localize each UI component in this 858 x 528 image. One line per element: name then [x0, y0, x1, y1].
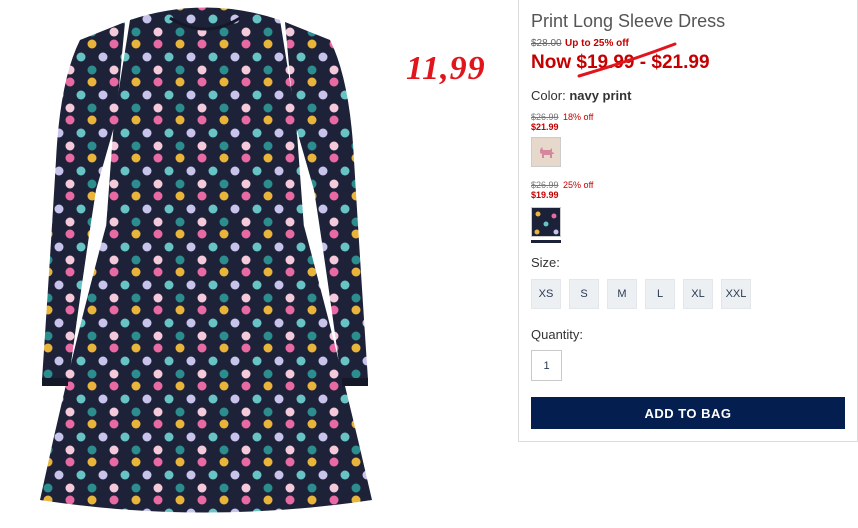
size-label: Size: — [531, 255, 560, 270]
size-button-xl[interactable]: XL — [683, 279, 713, 309]
swatch-price-2: $26.99 25% off $19.99 — [531, 180, 593, 200]
original-price: $28.00 — [531, 38, 562, 49]
size-button-m[interactable]: M — [607, 279, 637, 309]
product-title: Print Long Sleeve Dress — [531, 11, 726, 31]
sale-price-low: $19.99 — [576, 52, 635, 73]
color-swatch-navy[interactable] — [531, 207, 561, 237]
sale-price-high: $21.99 — [651, 52, 710, 73]
size-button-xxl[interactable]: XXL — [721, 279, 751, 309]
discount-text: Up to 25% off — [565, 38, 629, 49]
add-to-bag-button[interactable]: ADD TO BAG — [531, 397, 845, 429]
size-button-l[interactable]: L — [645, 279, 675, 309]
color-label-text: Color: — [531, 88, 566, 103]
swatch-old-price: $26.99 — [531, 180, 559, 190]
swatch-discount: 18% off — [563, 112, 594, 122]
product-info-panel: Print Long Sleeve Dress $28.00 Up to 25%… — [518, 0, 858, 442]
now-label: Now — [531, 52, 572, 73]
quantity-label: Quantity: — [531, 327, 584, 342]
swatch-new-price: $19.99 — [531, 190, 559, 200]
sale-price-separator: - — [634, 52, 652, 73]
color-swatch-tan[interactable] — [531, 137, 561, 167]
size-selector: XS S M L XL XXL — [531, 279, 751, 309]
selected-swatch-indicator — [531, 240, 561, 243]
quantity-input[interactable]: 1 — [531, 350, 562, 381]
product-image — [40, 7, 372, 513]
scottie-dog-icon — [540, 147, 554, 158]
sale-price: Now $19.99 - $21.99 — [531, 52, 710, 74]
polka-dot-icon — [534, 211, 559, 235]
swatch-new-price: $21.99 — [531, 122, 559, 132]
size-button-xs[interactable]: XS — [531, 279, 561, 309]
color-value: navy print — [569, 88, 632, 103]
handwritten-price-annotation: 11,99 — [406, 50, 486, 87]
swatch-discount: 25% off — [563, 180, 594, 190]
size-button-s[interactable]: S — [569, 279, 599, 309]
swatch-old-price: $26.99 — [531, 112, 559, 122]
swatch-price-1: $26.99 18% off $21.99 — [531, 112, 593, 132]
color-label: Color: navy print — [531, 88, 631, 103]
